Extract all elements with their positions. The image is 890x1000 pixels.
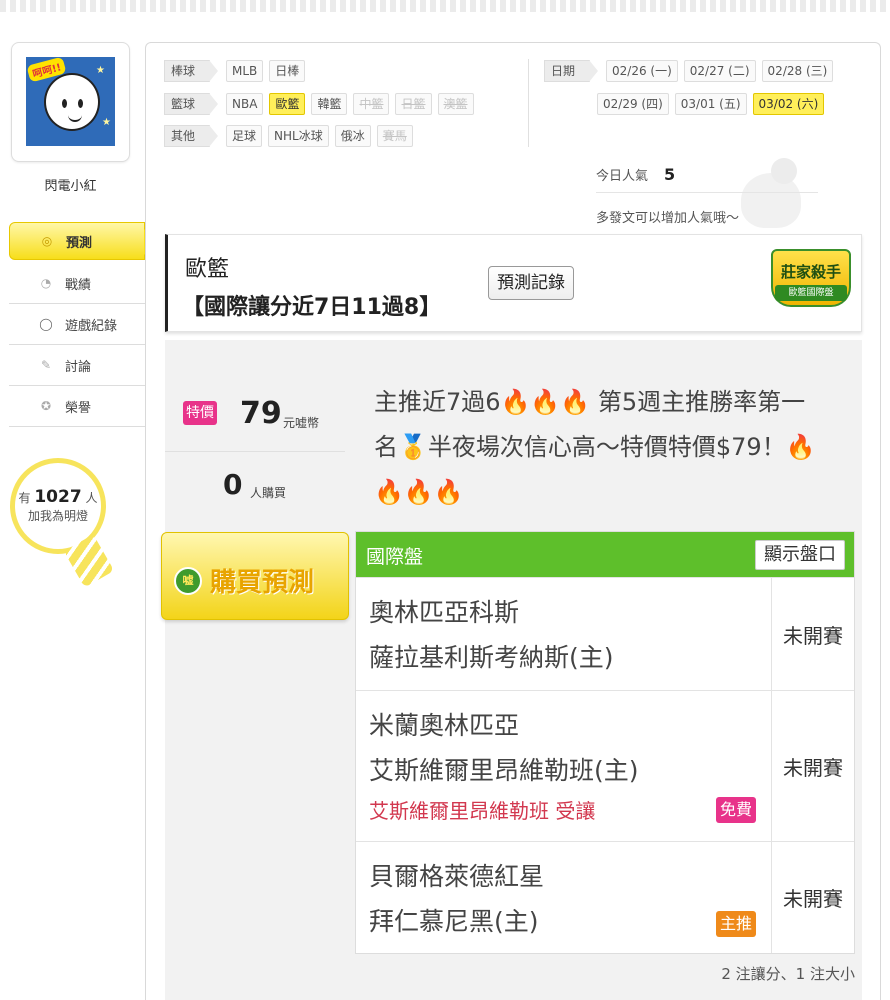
- pick-text: 艾斯維爾里昂維勒班 受讓: [369, 799, 596, 823]
- tag-bleague: 日籃: [395, 93, 432, 115]
- price-box: 特價 79 元嘘幣: [165, 376, 345, 452]
- away-team: 貝爾格萊德紅星: [369, 862, 545, 891]
- bookmaker-killer-badge: 莊家殺手 歐籃國際盤: [763, 247, 859, 313]
- home-team: 薩拉基利斯考納斯(主): [369, 643, 614, 672]
- tag-cba: 中籃: [353, 93, 390, 115]
- game-row: 奧林匹亞科斯 薩拉基利斯考納斯(主) 未開賽: [356, 577, 854, 690]
- prediction-description: 主推近7過6🔥🔥🔥 第5週主推勝率第一名🥇半夜場次信心高～特價特價$79！🔥🔥🔥…: [374, 388, 816, 506]
- buy-prediction-label: 購買預測: [210, 568, 315, 598]
- date-0227[interactable]: 02/27 (二): [683, 60, 756, 82]
- tag-mlb[interactable]: MLB: [226, 60, 264, 82]
- date-0228[interactable]: 02/28 (三): [761, 60, 834, 82]
- away-team: 奧林匹亞科斯: [369, 598, 520, 627]
- main-pick-badge: 主推: [716, 911, 757, 937]
- tag-nhl[interactable]: NHL冰球: [268, 125, 329, 147]
- nav-item-discussion[interactable]: ✎ 討論: [9, 345, 145, 386]
- date-0229[interactable]: 02/29 (四): [597, 93, 669, 115]
- coin-icon: 嘘: [174, 567, 202, 595]
- filter-baseball: 棒球 MLB 日棒: [164, 60, 306, 82]
- side-nav: ◎ 預測 ◔ 戰績 ◯ 遊戲紀錄 ✎ 討論 ✪ 榮譽: [9, 222, 156, 427]
- price-unit: 元嘘幣: [283, 416, 320, 430]
- category-other: 其他: [164, 125, 219, 147]
- star-icon: ★: [102, 117, 111, 128]
- divider: [528, 59, 529, 147]
- home-team: 艾斯維爾里昂維勒班(主): [369, 756, 639, 785]
- tag-horse-racing: 賽馬: [376, 125, 413, 147]
- target-icon: ◎: [41, 234, 53, 248]
- tag-nbl: 澳籃: [437, 93, 474, 115]
- follow-lamp-button[interactable]: 有 1027 人 加我為明燈: [10, 486, 106, 523]
- nav-item-honor[interactable]: ✪ 榮譽: [9, 386, 145, 427]
- free-badge: 免費: [716, 797, 757, 823]
- tag-soccer[interactable]: 足球: [226, 125, 263, 147]
- price-value: 79: [240, 396, 282, 431]
- game-status: 未開賽: [771, 578, 854, 690]
- tag-khl[interactable]: 俄冰: [334, 125, 371, 147]
- prediction-header: 歐籃 【國際讓分近7日11過8】 預測記錄 莊家殺手 歐籃國際盤: [165, 234, 862, 332]
- avatar-image: ★ ★ 呵呵!!: [26, 57, 115, 146]
- tag-euro-basketball[interactable]: 歐籃: [269, 93, 306, 115]
- nav-item-game-log[interactable]: ◯ 遊戲紀錄: [9, 304, 145, 345]
- face-icon: [44, 73, 100, 131]
- date-0226[interactable]: 02/26 (一): [606, 60, 678, 82]
- star-icon: ★: [96, 65, 105, 76]
- top-decoration: [0, 0, 890, 12]
- category-date: 日期: [544, 60, 599, 82]
- filter-basketball: 籃球 NBA 歐籃 韓籃 中籃 日籃 澳籃: [164, 93, 474, 115]
- prediction-record-button[interactable]: 預測記錄: [488, 266, 574, 300]
- buyer-number: 0: [223, 468, 243, 501]
- tag-nba[interactable]: NBA: [226, 93, 264, 115]
- prediction-category: 歐籃: [185, 257, 230, 282]
- game-row: 貝爾格萊德紅星 拜仁慕尼黑(主) 主推 未開賽: [356, 841, 854, 953]
- special-price-badge: 特價: [183, 401, 217, 425]
- divider: [596, 192, 818, 193]
- filter-date-row-1: 日期 02/26 (一) 02/27 (二) 02/28 (三): [544, 60, 834, 82]
- prediction-title: 【國際讓分近7日11過8】: [182, 295, 442, 320]
- date-0301[interactable]: 03/01 (五): [674, 93, 747, 115]
- market-name: 國際盤: [366, 546, 424, 568]
- market-table: 國際盤 顯示盤口 奧林匹亞科斯 薩拉基利斯考納斯(主) 未開賽 米蘭奧林匹亞 艾…: [355, 531, 855, 954]
- tag-npb[interactable]: 日棒: [269, 60, 306, 82]
- category-baseball: 棒球: [164, 60, 219, 82]
- username[interactable]: 閃電小紅: [11, 175, 130, 194]
- home-team: 拜仁慕尼黑(主): [369, 907, 539, 936]
- nav-item-predict[interactable]: ◎ 預測: [9, 222, 156, 260]
- tag-kbl[interactable]: 韓籃: [311, 93, 348, 115]
- bet-summary: 2 注讓分、1 注大小: [721, 965, 855, 983]
- popularity-note: 多發文可以增加人氣哦～: [596, 211, 740, 226]
- circle-icon: ◯: [39, 317, 53, 331]
- record-icon: ◔: [40, 276, 52, 290]
- nav-item-record[interactable]: ◔ 戰績: [9, 263, 145, 304]
- buy-prediction-button[interactable]: 嘘 購買預測: [161, 532, 349, 620]
- game-row: 米蘭奧林匹亞 艾斯維爾里昂維勒班(主) 艾斯維爾里昂維勒班 受讓 免費 未開賽: [356, 690, 854, 841]
- category-basketball: 籃球: [164, 93, 219, 115]
- filter-other: 其他 足球 NHL冰球 俄冰 賽馬: [164, 125, 413, 147]
- popularity-value: 5: [664, 165, 676, 184]
- pencil-icon: ✎: [40, 358, 52, 372]
- market-header: 國際盤 顯示盤口: [356, 532, 854, 577]
- avatar[interactable]: ★ ★ 呵呵!!: [11, 42, 130, 162]
- away-team: 米蘭奧林匹亞: [369, 711, 520, 740]
- follower-count: 1027: [34, 487, 82, 507]
- buyer-unit: 人購買: [250, 486, 287, 500]
- date-0302[interactable]: 03/02 (六): [752, 93, 825, 115]
- game-status: 未開賽: [771, 691, 854, 841]
- game-status: 未開賽: [771, 842, 854, 953]
- medal-icon: ✪: [40, 399, 52, 413]
- filter-date-row-2: 02/29 (四) 03/01 (五) 03/02 (六): [597, 93, 825, 115]
- today-popularity: 今日人氣 5: [596, 165, 676, 184]
- show-odds-button[interactable]: 顯示盤口: [755, 540, 845, 570]
